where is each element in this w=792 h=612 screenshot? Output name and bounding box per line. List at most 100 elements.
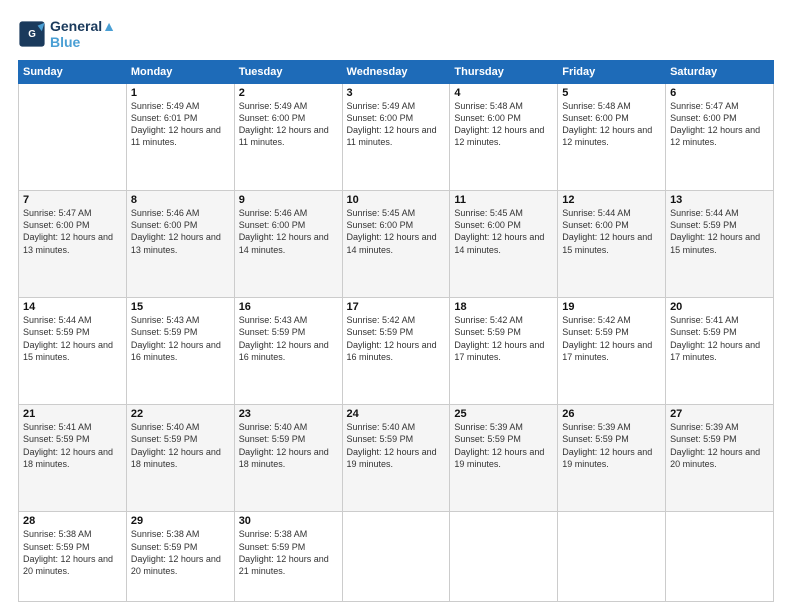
- day-number: 15: [131, 301, 230, 313]
- day-number: 30: [239, 515, 338, 527]
- calendar-cell: 10Sunrise: 5:45 AMSunset: 6:00 PMDayligh…: [342, 191, 450, 298]
- logo-text: General▲ Blue: [50, 18, 116, 50]
- day-number: 11: [454, 194, 553, 206]
- day-info: Sunrise: 5:49 AMSunset: 6:00 PMDaylight:…: [239, 100, 338, 149]
- day-info: Sunrise: 5:45 AMSunset: 6:00 PMDaylight:…: [347, 207, 446, 256]
- page: G General▲ Blue SundayMondayTuesdayWedne…: [0, 0, 792, 612]
- day-number: 9: [239, 194, 338, 206]
- weekday-header-sunday: Sunday: [19, 61, 127, 84]
- day-number: 18: [454, 301, 553, 313]
- day-info: Sunrise: 5:38 AMSunset: 5:59 PMDaylight:…: [131, 528, 230, 577]
- day-info: Sunrise: 5:44 AMSunset: 5:59 PMDaylight:…: [670, 207, 769, 256]
- day-number: 20: [670, 301, 769, 313]
- day-number: 1: [131, 87, 230, 99]
- calendar-cell: 22Sunrise: 5:40 AMSunset: 5:59 PMDayligh…: [126, 405, 234, 512]
- day-info: Sunrise: 5:39 AMSunset: 5:59 PMDaylight:…: [670, 421, 769, 470]
- header: G General▲ Blue: [18, 18, 774, 50]
- day-info: Sunrise: 5:42 AMSunset: 5:59 PMDaylight:…: [562, 314, 661, 363]
- calendar-cell: [450, 512, 558, 602]
- day-number: 19: [562, 301, 661, 313]
- day-info: Sunrise: 5:49 AMSunset: 6:01 PMDaylight:…: [131, 100, 230, 149]
- day-number: 10: [347, 194, 446, 206]
- calendar-cell: 16Sunrise: 5:43 AMSunset: 5:59 PMDayligh…: [234, 298, 342, 405]
- day-info: Sunrise: 5:44 AMSunset: 5:59 PMDaylight:…: [23, 314, 122, 363]
- day-info: Sunrise: 5:39 AMSunset: 5:59 PMDaylight:…: [454, 421, 553, 470]
- calendar-cell: 20Sunrise: 5:41 AMSunset: 5:59 PMDayligh…: [666, 298, 774, 405]
- day-number: 25: [454, 408, 553, 420]
- day-info: Sunrise: 5:46 AMSunset: 6:00 PMDaylight:…: [239, 207, 338, 256]
- day-info: Sunrise: 5:43 AMSunset: 5:59 PMDaylight:…: [131, 314, 230, 363]
- weekday-header-wednesday: Wednesday: [342, 61, 450, 84]
- day-info: Sunrise: 5:43 AMSunset: 5:59 PMDaylight:…: [239, 314, 338, 363]
- day-number: 12: [562, 194, 661, 206]
- calendar-cell: 25Sunrise: 5:39 AMSunset: 5:59 PMDayligh…: [450, 405, 558, 512]
- day-info: Sunrise: 5:40 AMSunset: 5:59 PMDaylight:…: [131, 421, 230, 470]
- calendar-cell: 15Sunrise: 5:43 AMSunset: 5:59 PMDayligh…: [126, 298, 234, 405]
- calendar-week-4: 21Sunrise: 5:41 AMSunset: 5:59 PMDayligh…: [19, 405, 774, 512]
- day-info: Sunrise: 5:45 AMSunset: 6:00 PMDaylight:…: [454, 207, 553, 256]
- calendar-cell: 1Sunrise: 5:49 AMSunset: 6:01 PMDaylight…: [126, 84, 234, 191]
- logo-icon: G: [18, 20, 46, 48]
- day-info: Sunrise: 5:38 AMSunset: 5:59 PMDaylight:…: [23, 528, 122, 577]
- day-info: Sunrise: 5:42 AMSunset: 5:59 PMDaylight:…: [347, 314, 446, 363]
- day-info: Sunrise: 5:41 AMSunset: 5:59 PMDaylight:…: [23, 421, 122, 470]
- calendar-week-2: 7Sunrise: 5:47 AMSunset: 6:00 PMDaylight…: [19, 191, 774, 298]
- calendar-cell: [19, 84, 127, 191]
- day-number: 7: [23, 194, 122, 206]
- day-info: Sunrise: 5:41 AMSunset: 5:59 PMDaylight:…: [670, 314, 769, 363]
- day-info: Sunrise: 5:48 AMSunset: 6:00 PMDaylight:…: [454, 100, 553, 149]
- calendar-cell: 23Sunrise: 5:40 AMSunset: 5:59 PMDayligh…: [234, 405, 342, 512]
- calendar-cell: 9Sunrise: 5:46 AMSunset: 6:00 PMDaylight…: [234, 191, 342, 298]
- day-number: 27: [670, 408, 769, 420]
- calendar-table: SundayMondayTuesdayWednesdayThursdayFrid…: [18, 60, 774, 602]
- logo: G General▲ Blue: [18, 18, 116, 50]
- day-number: 17: [347, 301, 446, 313]
- day-number: 14: [23, 301, 122, 313]
- calendar-cell: 29Sunrise: 5:38 AMSunset: 5:59 PMDayligh…: [126, 512, 234, 602]
- calendar-cell: 21Sunrise: 5:41 AMSunset: 5:59 PMDayligh…: [19, 405, 127, 512]
- calendar-cell: [666, 512, 774, 602]
- day-number: 26: [562, 408, 661, 420]
- calendar-cell: 18Sunrise: 5:42 AMSunset: 5:59 PMDayligh…: [450, 298, 558, 405]
- calendar-cell: 19Sunrise: 5:42 AMSunset: 5:59 PMDayligh…: [558, 298, 666, 405]
- calendar-cell: 28Sunrise: 5:38 AMSunset: 5:59 PMDayligh…: [19, 512, 127, 602]
- day-info: Sunrise: 5:48 AMSunset: 6:00 PMDaylight:…: [562, 100, 661, 149]
- day-info: Sunrise: 5:42 AMSunset: 5:59 PMDaylight:…: [454, 314, 553, 363]
- day-info: Sunrise: 5:38 AMSunset: 5:59 PMDaylight:…: [239, 528, 338, 577]
- day-number: 23: [239, 408, 338, 420]
- day-info: Sunrise: 5:47 AMSunset: 6:00 PMDaylight:…: [23, 207, 122, 256]
- day-number: 29: [131, 515, 230, 527]
- weekday-header-monday: Monday: [126, 61, 234, 84]
- day-number: 22: [131, 408, 230, 420]
- calendar-cell: 3Sunrise: 5:49 AMSunset: 6:00 PMDaylight…: [342, 84, 450, 191]
- calendar-cell: 14Sunrise: 5:44 AMSunset: 5:59 PMDayligh…: [19, 298, 127, 405]
- calendar-cell: 8Sunrise: 5:46 AMSunset: 6:00 PMDaylight…: [126, 191, 234, 298]
- day-number: 6: [670, 87, 769, 99]
- day-number: 8: [131, 194, 230, 206]
- weekday-header-tuesday: Tuesday: [234, 61, 342, 84]
- calendar-cell: 11Sunrise: 5:45 AMSunset: 6:00 PMDayligh…: [450, 191, 558, 298]
- day-number: 24: [347, 408, 446, 420]
- day-number: 28: [23, 515, 122, 527]
- day-info: Sunrise: 5:40 AMSunset: 5:59 PMDaylight:…: [239, 421, 338, 470]
- day-info: Sunrise: 5:49 AMSunset: 6:00 PMDaylight:…: [347, 100, 446, 149]
- day-number: 5: [562, 87, 661, 99]
- day-info: Sunrise: 5:44 AMSunset: 6:00 PMDaylight:…: [562, 207, 661, 256]
- day-number: 16: [239, 301, 338, 313]
- calendar-cell: 7Sunrise: 5:47 AMSunset: 6:00 PMDaylight…: [19, 191, 127, 298]
- calendar-cell: 4Sunrise: 5:48 AMSunset: 6:00 PMDaylight…: [450, 84, 558, 191]
- day-number: 3: [347, 87, 446, 99]
- calendar-cell: 6Sunrise: 5:47 AMSunset: 6:00 PMDaylight…: [666, 84, 774, 191]
- day-number: 13: [670, 194, 769, 206]
- day-info: Sunrise: 5:46 AMSunset: 6:00 PMDaylight:…: [131, 207, 230, 256]
- day-number: 4: [454, 87, 553, 99]
- weekday-header-saturday: Saturday: [666, 61, 774, 84]
- calendar-week-3: 14Sunrise: 5:44 AMSunset: 5:59 PMDayligh…: [19, 298, 774, 405]
- day-info: Sunrise: 5:40 AMSunset: 5:59 PMDaylight:…: [347, 421, 446, 470]
- svg-text:G: G: [28, 29, 36, 40]
- calendar-cell: 12Sunrise: 5:44 AMSunset: 6:00 PMDayligh…: [558, 191, 666, 298]
- calendar-week-1: 1Sunrise: 5:49 AMSunset: 6:01 PMDaylight…: [19, 84, 774, 191]
- day-number: 2: [239, 87, 338, 99]
- calendar-cell: 24Sunrise: 5:40 AMSunset: 5:59 PMDayligh…: [342, 405, 450, 512]
- calendar-cell: 27Sunrise: 5:39 AMSunset: 5:59 PMDayligh…: [666, 405, 774, 512]
